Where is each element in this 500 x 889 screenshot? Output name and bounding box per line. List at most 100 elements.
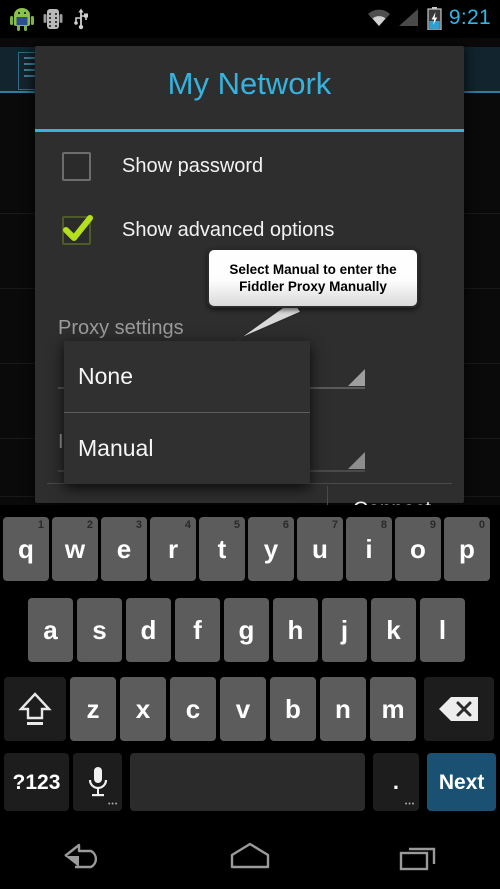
recents-icon xyxy=(399,847,435,870)
callout-line-1: Select Manual to enter the xyxy=(229,262,397,277)
key-label: y xyxy=(263,534,279,564)
keyboard-row-4: ?123 ••• . ••• Next xyxy=(0,753,500,811)
key-e[interactable]: e3 xyxy=(101,517,147,581)
key-label: h xyxy=(287,615,304,645)
key-label: r xyxy=(167,534,179,564)
key-c[interactable]: c xyxy=(170,677,216,741)
key-number-hint: 3 xyxy=(135,519,142,531)
key-d[interactable]: d xyxy=(126,598,171,662)
status-bar-left-icons xyxy=(10,6,90,32)
key-label: a xyxy=(43,615,58,645)
key-v[interactable]: v xyxy=(220,677,266,741)
recents-button[interactable] xyxy=(372,831,462,881)
show-advanced-options-checkbox-row[interactable]: Show advanced options xyxy=(62,215,335,245)
key-label: d xyxy=(140,615,157,645)
shift-icon xyxy=(18,692,52,725)
status-bar-clock: 9:21 xyxy=(448,6,491,29)
status-bar[interactable]: 9:21 xyxy=(0,0,500,38)
keyboard-row-3: z x c v b nm xyxy=(0,677,500,741)
key-label: l xyxy=(438,615,447,645)
key-label: p xyxy=(459,534,475,564)
key-number-hint: 4 xyxy=(184,519,191,531)
dialog-title-divider xyxy=(35,129,464,132)
shift-key[interactable] xyxy=(4,677,66,741)
ip-spinner-indicator-icon[interactable] xyxy=(348,452,365,469)
home-icon xyxy=(230,842,270,868)
symbols-key[interactable]: ?123 xyxy=(4,753,69,811)
status-bar-right-icons: 9:21 xyxy=(367,4,491,32)
show-advanced-options-label: Show advanced options xyxy=(122,219,335,241)
backspace-key[interactable] xyxy=(424,677,494,741)
checkmark-icon xyxy=(63,215,93,241)
battery-charging-icon xyxy=(427,6,442,30)
key-x[interactable]: x xyxy=(120,677,166,741)
key-f[interactable]: f xyxy=(175,598,220,662)
dropdown-item-none[interactable]: None xyxy=(64,341,310,412)
android-debug-icon xyxy=(43,9,63,29)
next-key[interactable]: Next xyxy=(427,753,497,811)
usb-icon xyxy=(74,8,88,30)
back-button[interactable] xyxy=(38,831,128,881)
key-y[interactable]: y6 xyxy=(248,517,294,581)
key-n[interactable]: n xyxy=(320,677,366,741)
space-key[interactable] xyxy=(130,753,365,811)
keyboard-row-1: q1w2e3r4t5y6u7i8o9p0 xyxy=(0,517,500,581)
key-number-hint: 0 xyxy=(478,519,485,531)
symbols-key-label: ?123 xyxy=(12,770,61,794)
key-label: x xyxy=(135,694,151,724)
period-key-label: . xyxy=(392,769,400,794)
show-password-label: Show password xyxy=(122,155,264,177)
key-m[interactable]: m xyxy=(370,677,416,741)
keyboard-row-2: a s dfgh j k l xyxy=(0,598,500,662)
key-label: n xyxy=(335,694,351,724)
key-a[interactable]: a xyxy=(28,598,73,662)
key-w[interactable]: w2 xyxy=(52,517,98,581)
key-number-hint: 6 xyxy=(282,519,289,531)
show-password-checkbox[interactable] xyxy=(62,152,91,181)
spinner-indicator-icon[interactable] xyxy=(348,369,365,386)
on-screen-keyboard[interactable]: q1w2e3r4t5y6u7i8o9p0 asdfghjkl zxcvbnm ?… xyxy=(0,505,500,822)
navigation-bar[interactable] xyxy=(0,822,500,889)
key-label: c xyxy=(185,694,201,724)
instruction-callout: Select Manual to enter the Fiddler Proxy… xyxy=(207,248,419,308)
key-label: w xyxy=(64,534,86,564)
proxy-settings-dropdown[interactable]: None Manual xyxy=(64,341,310,484)
key-label: m xyxy=(381,694,405,724)
backspace-icon xyxy=(439,697,478,721)
callout-line-2: Fiddler Proxy Manually xyxy=(239,279,387,294)
key-k[interactable]: k xyxy=(371,598,416,662)
home-button[interactable] xyxy=(205,831,295,881)
dropdown-item-manual[interactable]: Manual xyxy=(64,413,310,484)
key-label: e xyxy=(116,534,132,564)
key-label: i xyxy=(365,534,373,564)
key-number-hint: 1 xyxy=(37,519,44,531)
key-label: u xyxy=(312,534,328,564)
microphone-icon xyxy=(88,767,107,797)
key-r[interactable]: r4 xyxy=(150,517,196,581)
period-key-more-dots: ••• xyxy=(404,801,416,808)
key-label: q xyxy=(18,534,34,564)
key-z[interactable]: z xyxy=(70,677,116,741)
key-o[interactable]: o9 xyxy=(395,517,441,581)
key-j[interactable]: j xyxy=(322,598,367,662)
microphone-key[interactable]: ••• xyxy=(72,753,123,811)
key-l[interactable]: l xyxy=(420,598,465,662)
key-label: j xyxy=(340,615,349,645)
key-label: k xyxy=(386,615,401,645)
proxy-settings-label: Proxy settings xyxy=(58,317,184,339)
show-advanced-options-checkbox[interactable] xyxy=(62,215,93,245)
key-h[interactable]: h xyxy=(273,598,318,662)
back-icon xyxy=(64,843,98,868)
key-i[interactable]: i8 xyxy=(346,517,392,581)
key-t[interactable]: t5 xyxy=(199,517,245,581)
key-q[interactable]: q1 xyxy=(3,517,49,581)
key-b[interactable]: b xyxy=(270,677,316,741)
key-p[interactable]: p0 xyxy=(444,517,490,581)
show-password-checkbox-row[interactable]: Show password xyxy=(62,152,263,181)
key-u[interactable]: u7 xyxy=(297,517,343,581)
key-s[interactable]: s xyxy=(77,598,122,662)
key-label: s xyxy=(92,615,107,645)
period-key[interactable]: . ••• xyxy=(372,753,420,811)
key-g[interactable]: g xyxy=(224,598,269,662)
android-screen: 9:21 My Network Show password Show advan… xyxy=(0,0,500,889)
